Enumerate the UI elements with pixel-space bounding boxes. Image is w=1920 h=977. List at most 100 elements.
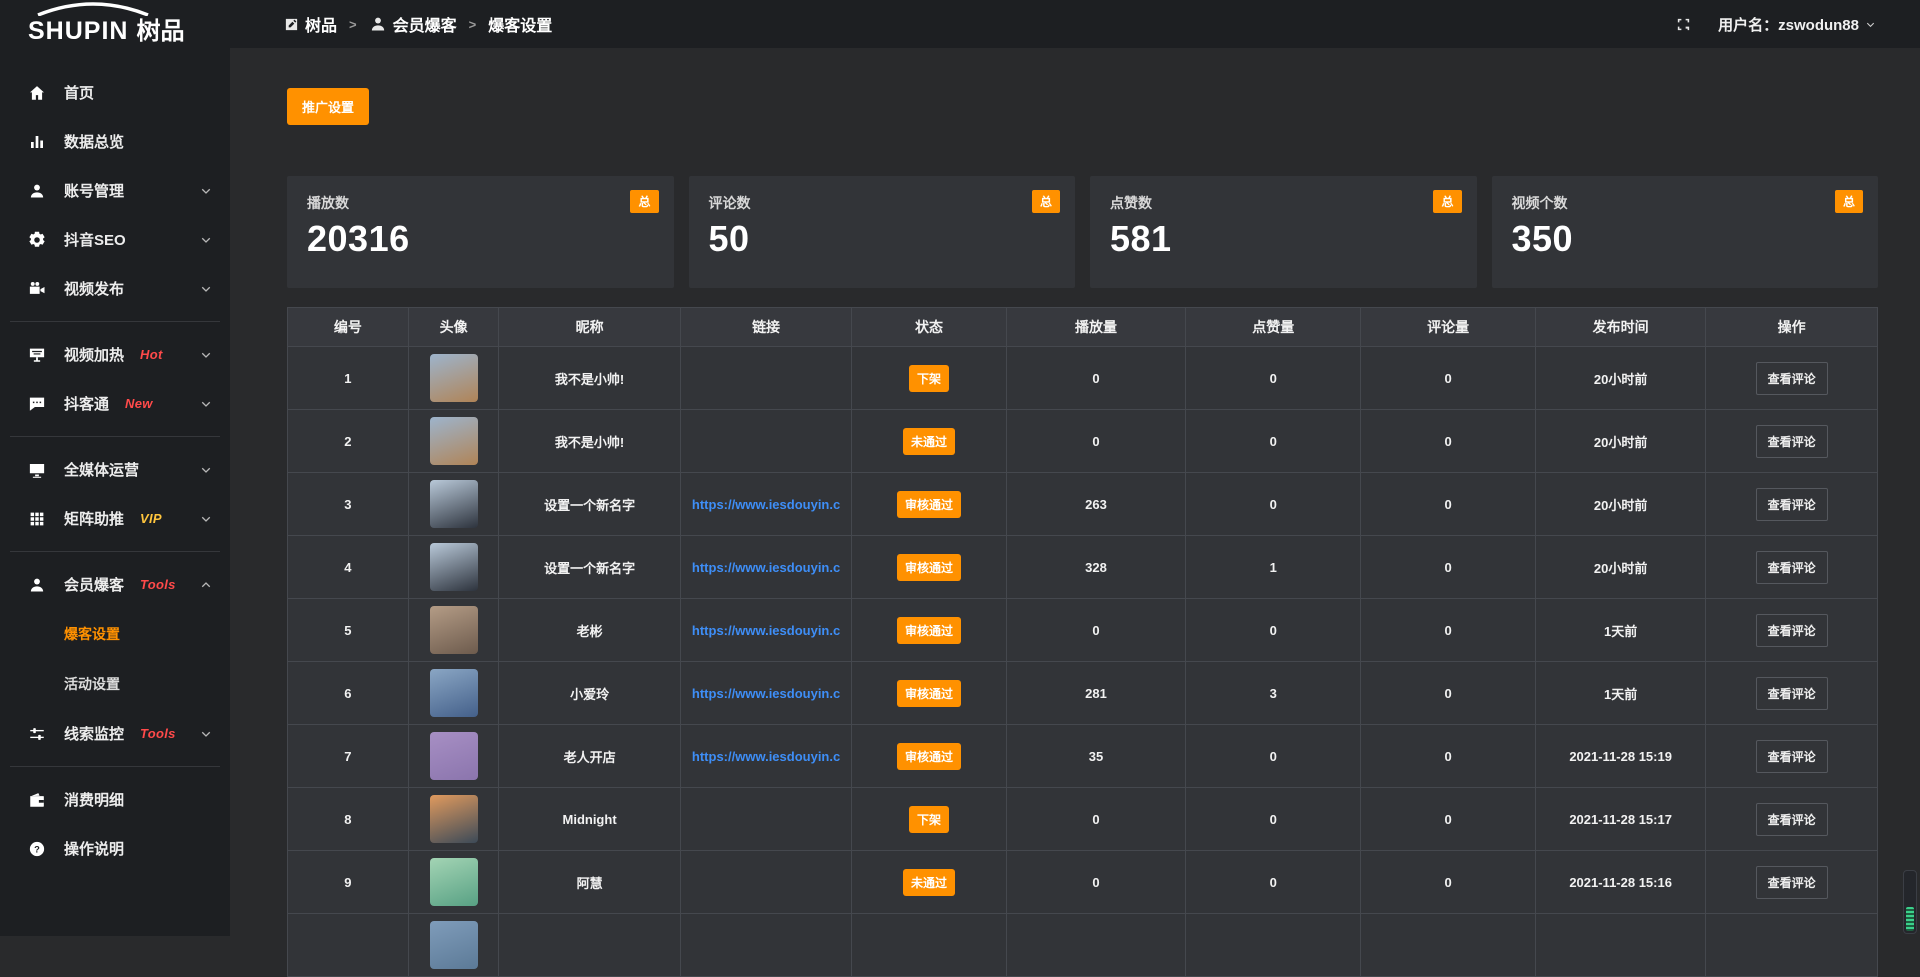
cell-link: https://www.iesdouyin.c	[680, 725, 852, 788]
cell-number: 7	[288, 725, 409, 788]
column-header: 链接	[680, 308, 852, 347]
edit-square-icon	[284, 17, 299, 32]
sidebar-subitem-activity-settings[interactable]: 活动设置	[0, 659, 230, 709]
sidebar-item-matrix-boost[interactable]: 矩阵助推VIP	[0, 494, 230, 543]
breadcrumb-item-member-baoke[interactable]: 会员爆客	[369, 12, 457, 36]
view-comments-button[interactable]: 查看评论	[1756, 614, 1828, 647]
column-header: 昵称	[499, 308, 680, 347]
view-comments-button[interactable]: 查看评论	[1756, 677, 1828, 710]
sidebar-item-badge: VIP	[140, 511, 162, 526]
cell-action: 查看评论	[1706, 725, 1878, 788]
profile-link[interactable]: https://www.iesdouyin.c	[692, 497, 840, 512]
sidebar-item-label: 操作说明	[64, 838, 124, 859]
sidebar-item-label: 抖客通	[64, 393, 109, 414]
main-content: 推广设置 播放数总20316评论数总50点赞数总581视频个数总350 编号头像…	[230, 48, 1920, 936]
username-label: 用户名：zswodun88	[1718, 14, 1859, 35]
monitor-lines-icon	[27, 346, 47, 364]
home-icon	[27, 84, 47, 102]
username-menu[interactable]: 用户名：zswodun88	[1718, 14, 1876, 35]
cell-comments: 0	[1361, 599, 1536, 662]
sidebar-item-clue-monitor[interactable]: 线索监控Tools	[0, 709, 230, 758]
sidebar-item-member-baoke[interactable]: 会员爆客Tools	[0, 560, 230, 609]
cell-number: 1	[288, 347, 409, 410]
table-row: 5老彬https://www.iesdouyin.c审核通过0001天前查看评论	[288, 599, 1878, 662]
sidebar-item-label: 视频加热	[64, 344, 124, 365]
cell-status	[852, 914, 1006, 977]
promo-settings-button[interactable]: 推广设置	[287, 88, 369, 125]
table-row	[288, 914, 1878, 977]
cell-action: 查看评论	[1706, 410, 1878, 473]
sidebar-item-data-overview[interactable]: 数据总览	[0, 117, 230, 166]
cell-link: https://www.iesdouyin.c	[680, 662, 852, 725]
video-camera-icon	[27, 280, 47, 298]
profile-link[interactable]: https://www.iesdouyin.c	[692, 686, 840, 701]
fullscreen-icon[interactable]	[1675, 16, 1692, 33]
view-comments-button[interactable]: 查看评论	[1756, 866, 1828, 899]
sidebar-subitem-baoke-settings[interactable]: 爆客设置	[0, 609, 230, 659]
column-header: 评论量	[1361, 308, 1536, 347]
cell-number: 8	[288, 788, 409, 851]
sidebar-item-douyin-seo[interactable]: 抖音SEO	[0, 215, 230, 264]
sidebar-item-badge: New	[125, 396, 153, 411]
cell-publish-time: 2021-11-28 15:19	[1536, 725, 1706, 788]
cell-comments: 0	[1361, 788, 1536, 851]
sidebar-item-account-management[interactable]: 账号管理	[0, 166, 230, 215]
cell-likes: 3	[1186, 662, 1361, 725]
scrollbar-widget[interactable]	[1903, 870, 1917, 934]
avatar	[430, 858, 478, 906]
monitor-icon	[27, 461, 47, 479]
cell-plays: 281	[1006, 662, 1186, 725]
sidebar-item-consume-detail[interactable]: 消费明细	[0, 775, 230, 824]
view-comments-button[interactable]: 查看评论	[1756, 425, 1828, 458]
view-comments-button[interactable]: 查看评论	[1756, 803, 1828, 836]
sidebar-item-operation-guide[interactable]: ?操作说明	[0, 824, 230, 873]
sidebar-item-video-publish[interactable]: 视频发布	[0, 264, 230, 313]
sidebar-item-label: 线索监控	[64, 723, 124, 744]
stat-card-value: 581	[1110, 218, 1457, 260]
cell-status: 审核通过	[852, 599, 1006, 662]
cell-nickname: 阿慧	[499, 851, 680, 914]
cell-link: https://www.iesdouyin.c	[680, 599, 852, 662]
cell-nickname: 小爱玲	[499, 662, 680, 725]
sidebar-item-home[interactable]: 首页	[0, 68, 230, 117]
view-comments-button[interactable]: 查看评论	[1756, 551, 1828, 584]
cell-publish-time: 2021-11-28 15:17	[1536, 788, 1706, 851]
sidebar-item-video-heat[interactable]: 视频加热Hot	[0, 330, 230, 379]
chevron-up-icon	[200, 579, 212, 591]
view-comments-button[interactable]: 查看评论	[1756, 488, 1828, 521]
profile-link[interactable]: https://www.iesdouyin.c	[692, 623, 840, 638]
chevron-down-icon	[200, 728, 212, 740]
scrollbar-thumb	[1906, 907, 1914, 931]
cell-number: 2	[288, 410, 409, 473]
sidebar-item-label: 消费明细	[64, 789, 124, 810]
cell-avatar	[408, 536, 499, 599]
profile-link[interactable]: https://www.iesdouyin.c	[692, 560, 840, 575]
chevron-down-icon	[200, 349, 212, 361]
column-header: 编号	[288, 308, 409, 347]
view-comments-button[interactable]: 查看评论	[1756, 362, 1828, 395]
stat-card-comments: 评论数总50	[689, 176, 1076, 288]
cell-action: 查看评论	[1706, 662, 1878, 725]
breadcrumb-label: 会员爆客	[393, 12, 457, 36]
sidebar-item-badge: Tools	[140, 577, 176, 592]
view-comments-button[interactable]: 查看评论	[1756, 740, 1828, 773]
avatar	[430, 417, 478, 465]
profile-link[interactable]: https://www.iesdouyin.c	[692, 749, 840, 764]
cell-publish-time: 1天前	[1536, 599, 1706, 662]
cell-comments: 0	[1361, 347, 1536, 410]
stat-card-value: 350	[1512, 218, 1859, 260]
cell-avatar	[408, 788, 499, 851]
chevron-down-icon	[200, 185, 212, 197]
sidebar-item-omni-media[interactable]: 全媒体运营	[0, 445, 230, 494]
breadcrumb-separator: >	[349, 17, 357, 32]
breadcrumb-item-shupin[interactable]: 树品	[284, 12, 337, 36]
cell-action: 查看评论	[1706, 851, 1878, 914]
sidebar-item-douketong[interactable]: 抖客通 New	[0, 379, 230, 428]
cell-link	[680, 410, 852, 473]
chevron-down-icon	[200, 513, 212, 525]
stat-card-total-badge: 总	[1433, 190, 1461, 213]
status-badge: 审核通过	[897, 617, 961, 644]
app-logo[interactable]: SHUPIN 树品	[0, 0, 230, 48]
cell-comments	[1361, 914, 1536, 977]
cell-nickname: 老彬	[499, 599, 680, 662]
